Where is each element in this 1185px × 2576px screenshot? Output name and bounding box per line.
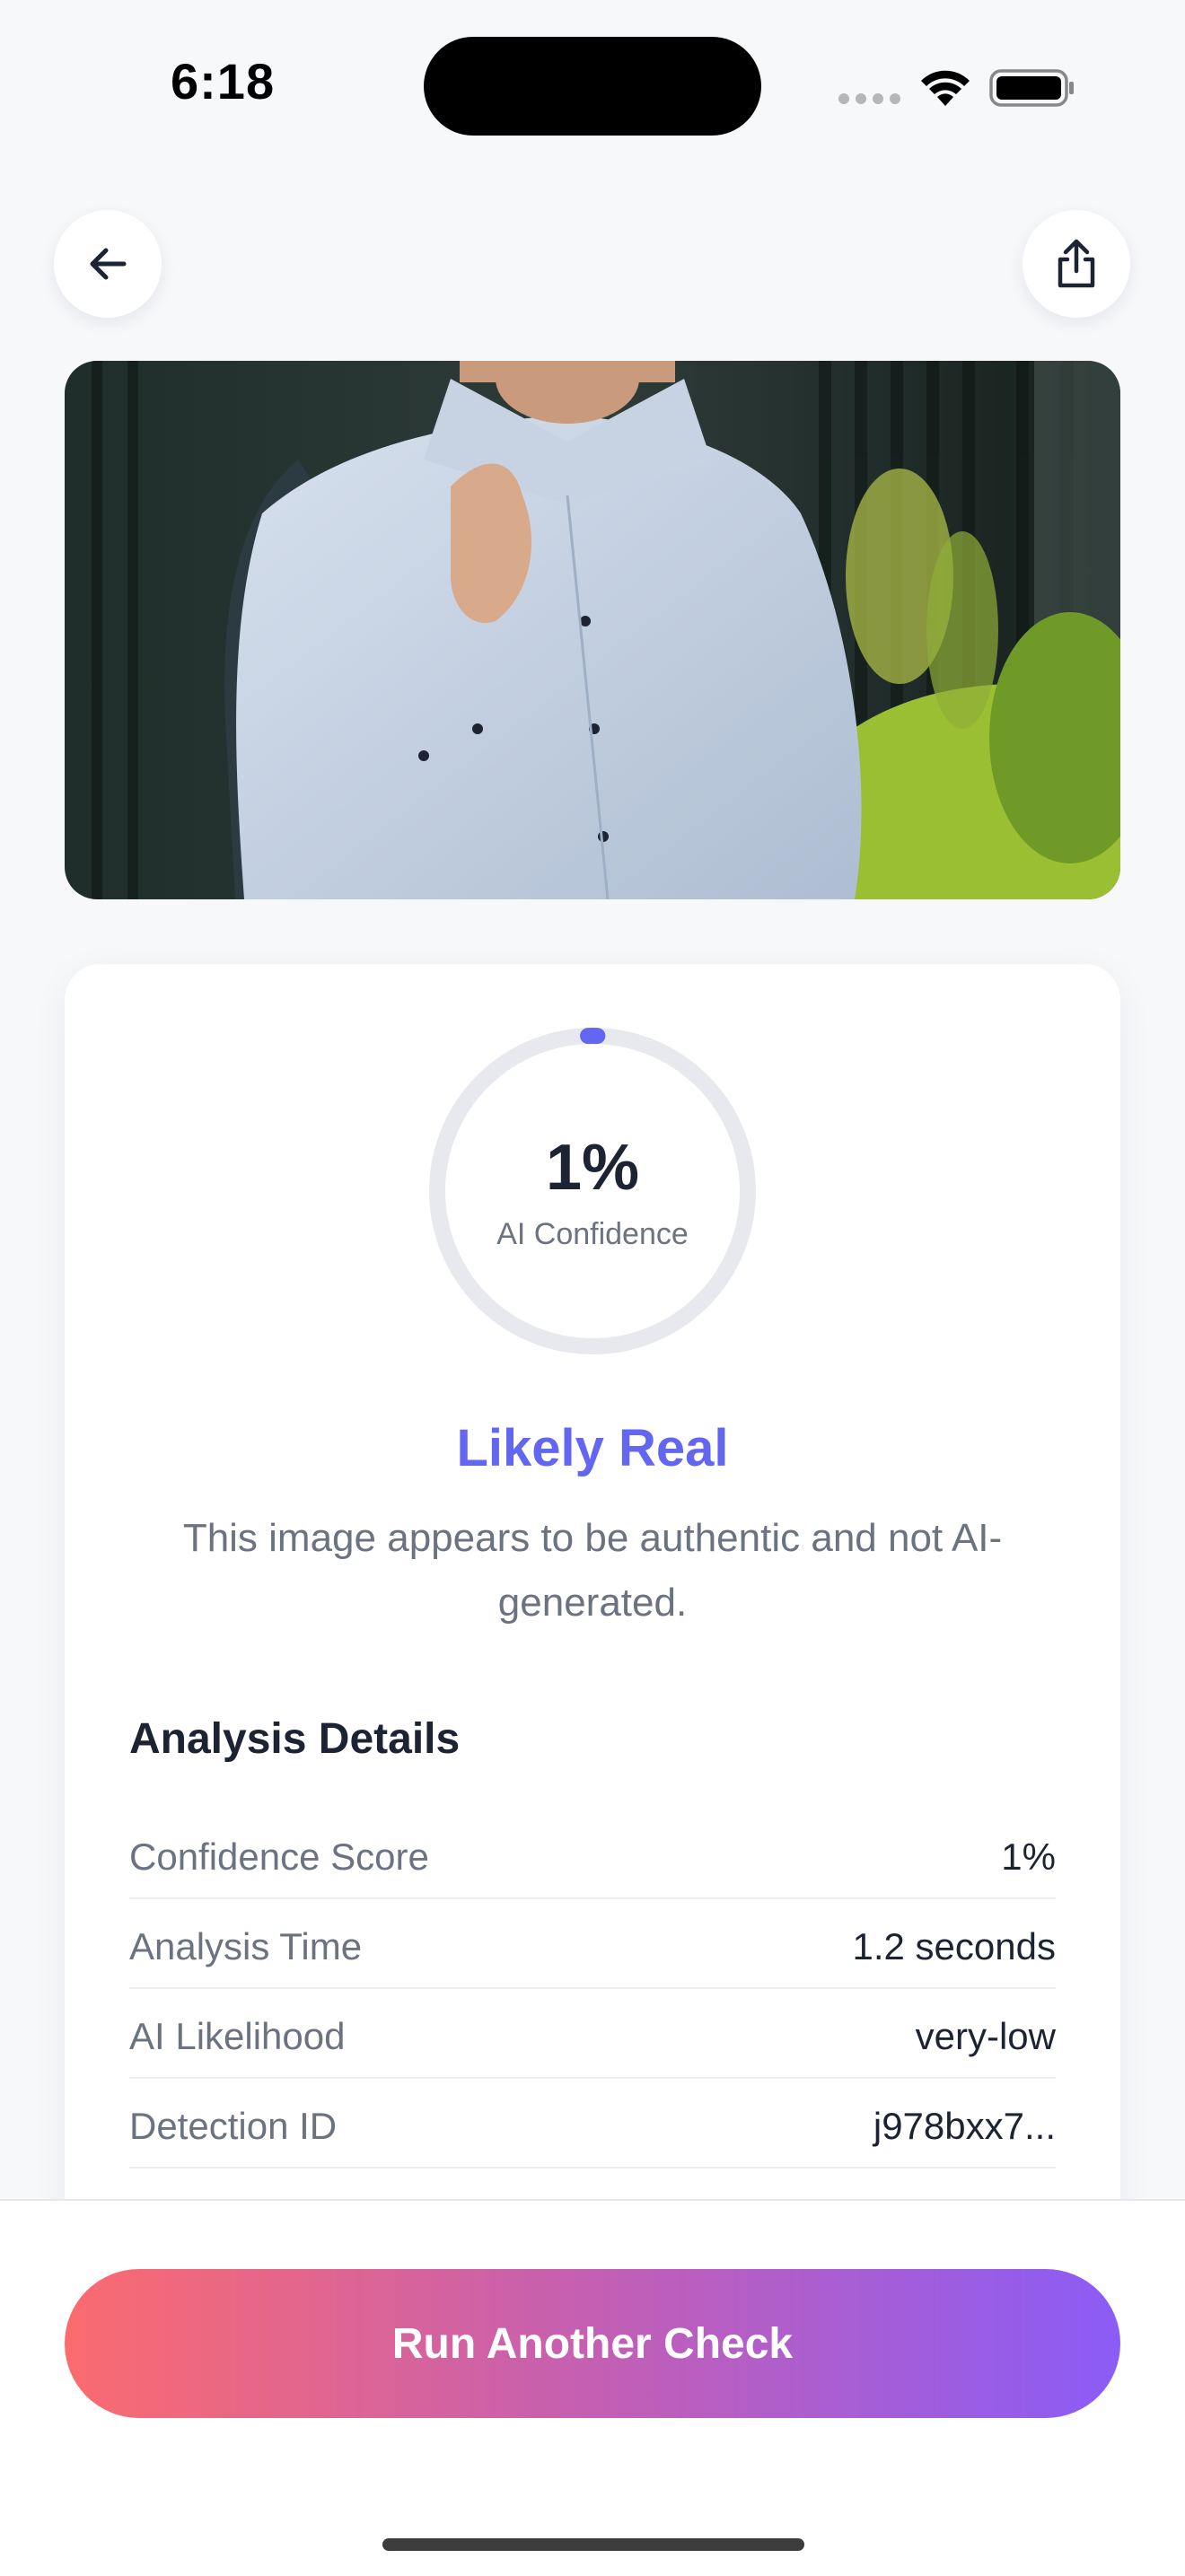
detail-row-confidence-score: Confidence Score 1% <box>129 1809 1056 1899</box>
run-another-check-button[interactable]: Run Another Check <box>65 2269 1120 2418</box>
bottom-action-bar: Run Another Check <box>0 2199 1185 2576</box>
detail-value: 1% <box>1001 1836 1056 1878</box>
dynamic-island <box>424 37 761 136</box>
detail-value: j978bxx7... <box>873 2105 1056 2147</box>
detail-label: Confidence Score <box>129 1836 429 1878</box>
analysis-details-list: Confidence Score 1% Analysis Time 1.2 se… <box>129 1809 1056 2169</box>
result-card: 1% AI Confidence Likely Real This image … <box>65 964 1120 2310</box>
detail-value: 1.2 seconds <box>852 1925 1057 1967</box>
detail-row-detection-id: Detection ID j978bxx7... <box>129 2079 1056 2169</box>
analyzed-photo <box>65 361 1120 899</box>
confidence-label: AI Confidence <box>496 1217 689 1251</box>
detail-label: Detection ID <box>129 2105 338 2147</box>
detail-label: AI Likelihood <box>129 2015 346 2057</box>
detail-row-analysis-time: Analysis Time 1.2 seconds <box>129 1899 1056 1989</box>
verdict-description: This image appears to be authentic and n… <box>182 1516 1003 1625</box>
home-indicator <box>382 2538 804 2551</box>
wifi-icon <box>921 70 970 106</box>
battery-icon <box>989 69 1074 107</box>
status-time: 6:18 <box>171 53 276 110</box>
analysis-details-title: Analysis Details <box>129 1715 461 1763</box>
share-button[interactable] <box>1023 210 1130 318</box>
confidence-percentage: 1% <box>545 1132 640 1204</box>
detail-row-ai-likelihood: AI Likelihood very-low <box>129 1989 1056 2079</box>
cellular-signal-icon <box>838 93 901 106</box>
back-button[interactable] <box>54 210 162 318</box>
detail-label: Analysis Time <box>129 1925 363 1967</box>
share-icon <box>1058 239 1095 288</box>
status-bar: 6:18 <box>0 0 1185 171</box>
arrow-left-icon <box>90 248 127 280</box>
confidence-gauge: 1% AI Confidence <box>428 1027 757 1355</box>
verdict-title: Likely Real <box>456 1419 729 1477</box>
detail-value: very-low <box>915 2015 1056 2057</box>
